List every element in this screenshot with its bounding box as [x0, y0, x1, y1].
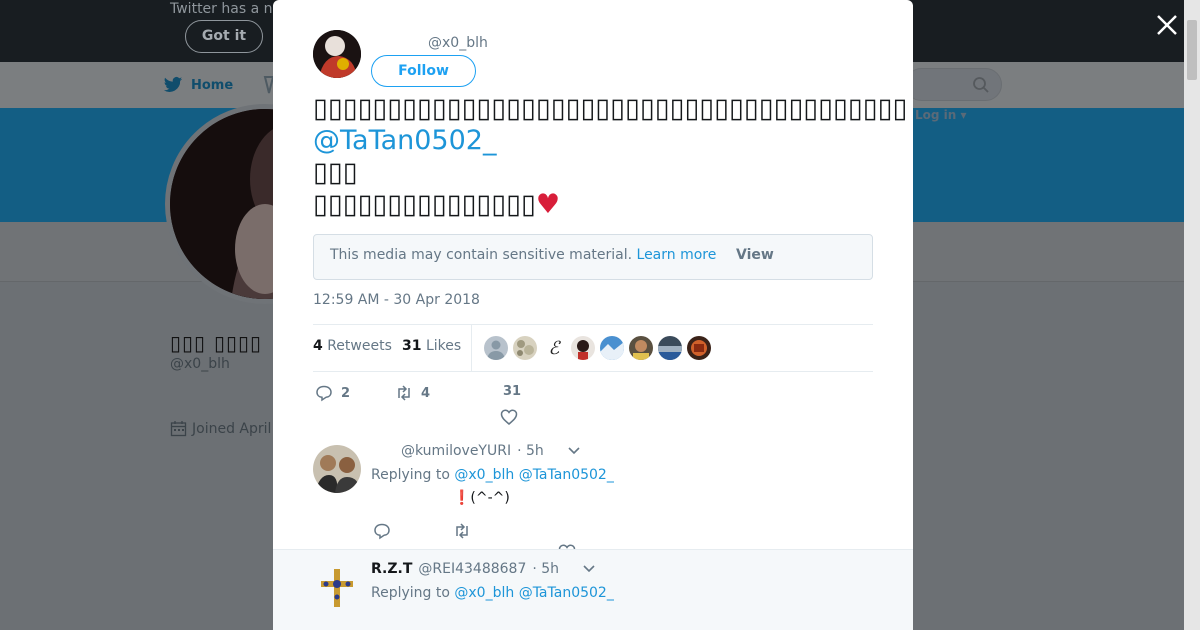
retweets-stat[interactable]: 4 Retweets	[313, 338, 392, 354]
reply-text: ❗(^-^)	[453, 490, 510, 506]
author-handle[interactable]: @x0_blh	[428, 35, 488, 51]
liker-avatar[interactable]	[571, 336, 595, 360]
reply-divider	[273, 549, 913, 550]
replying-label: Replying to	[371, 467, 450, 483]
retweet-count: 4	[421, 385, 431, 401]
retweet-icon	[398, 385, 410, 401]
heart-emoji: ♥	[535, 189, 561, 220]
reply-handle[interactable]: @kumiloveYURI	[401, 443, 511, 459]
calendar-icon	[170, 421, 187, 437]
reply-mention-link[interactable]: @TaTan0502_	[519, 467, 614, 483]
learn-more-link[interactable]: Learn more	[637, 247, 717, 263]
nav-home[interactable]: Home	[163, 75, 233, 95]
stats-separator	[471, 325, 472, 371]
likes-stat[interactable]: 31 Likes	[402, 338, 461, 354]
chevron-down-icon[interactable]	[583, 565, 595, 573]
close-icon[interactable]	[1153, 11, 1181, 39]
reply-avatar[interactable]	[313, 563, 361, 611]
tweet-modal: @x0_blh Follow ▯▯▯▯▯▯▯▯▯▯▯▯▯▯▯▯▯▯▯▯▯▯▯▯▯…	[273, 0, 913, 630]
tweet-timestamp[interactable]: 12:59 AM - 30 Apr 2018	[313, 292, 480, 308]
like-count-action[interactable]: 31	[503, 384, 521, 399]
retweets-count: 4	[313, 338, 323, 354]
liker-avatar[interactable]	[600, 336, 624, 360]
replying-label: Replying to	[371, 585, 450, 601]
liker-avatar[interactable]	[658, 336, 682, 360]
retweets-label: Retweets	[327, 338, 392, 354]
reply-action[interactable]: 2	[315, 384, 350, 402]
heart-icon[interactable]	[500, 408, 518, 426]
reply-handle[interactable]: @REI43488687	[418, 561, 526, 577]
profile-joined-label: Joined April	[192, 420, 272, 437]
sensitive-notice-text: This media may contain sensitive materia…	[330, 247, 716, 263]
login-link[interactable]: Log in ▾	[915, 108, 967, 122]
view-media-button[interactable]: View	[736, 247, 774, 263]
scrollbar[interactable]	[1184, 0, 1200, 630]
retweet-icon[interactable]	[453, 522, 471, 540]
profile-handle: @x0_blh	[170, 356, 230, 372]
tweet-text: ▯▯▯▯▯▯▯▯▯▯▯▯▯▯▯▯▯▯▯▯▯▯▯▯▯▯▯▯▯▯▯▯▯▯▯▯▯▯▯▯…	[313, 93, 908, 221]
reply-mention-link[interactable]: @x0_blh	[454, 467, 514, 483]
tweet-line: ▯▯▯	[313, 157, 358, 188]
got-it-button[interactable]: Got it	[185, 20, 263, 53]
liker-avatar[interactable]	[687, 336, 711, 360]
reply-header: R.Z.T @REI43488687 · 5h	[371, 561, 595, 577]
scrollbar-thumb[interactable]	[1187, 20, 1197, 80]
reply-mention-link[interactable]: @TaTan0502_	[519, 585, 614, 601]
twitter-bird-icon	[163, 77, 183, 92]
author-avatar-image	[313, 30, 361, 78]
liker-avatar[interactable]	[484, 336, 508, 360]
reply-mention-link[interactable]: @x0_blh	[454, 585, 514, 601]
cookie-notice: Twitter has a n	[170, 1, 273, 17]
tweet-line-text: ▯▯▯▯▯▯▯▯▯▯▯▯▯▯▯	[313, 189, 536, 220]
likes-count: 31	[402, 338, 422, 354]
liker-avatar[interactable]: ℰ	[542, 336, 566, 360]
replying-to: Replying to @x0_blh @TaTan0502_	[371, 585, 614, 601]
profile-joined: Joined April	[170, 420, 271, 437]
reply-time[interactable]: · 5h	[517, 443, 544, 459]
tweet-line: ▯▯▯▯▯▯▯▯▯▯▯▯▯▯▯♥	[313, 189, 893, 221]
reply-author-name[interactable]: R.Z.T	[371, 561, 412, 577]
replying-to: Replying to @x0_blh @TaTan0502_	[371, 467, 614, 483]
follow-button[interactable]: Follow	[371, 55, 476, 87]
tweet-stats: 4 Retweets 31 Likes ℰ	[313, 324, 873, 372]
author-avatar[interactable]	[313, 30, 361, 78]
tweet-line: ▯▯▯▯▯▯▯▯▯▯▯▯▯▯▯▯▯▯▯▯▯▯▯▯▯▯▯▯▯▯▯▯▯▯▯▯▯▯▯▯	[313, 93, 908, 124]
reply-icon[interactable]	[373, 522, 391, 540]
search-icon[interactable]	[972, 76, 990, 94]
nav-home-label: Home	[191, 77, 234, 93]
sensitive-media-notice: This media may contain sensitive materia…	[313, 234, 873, 280]
tweet-mention-link[interactable]: @TaTan0502_	[313, 125, 893, 157]
sensitive-notice-label: This media may contain sensitive materia…	[330, 247, 633, 263]
chevron-down-icon[interactable]	[568, 447, 580, 455]
profile-name: ▯▯▯ ▯▯▯▯	[170, 331, 263, 355]
reply-avatar[interactable]	[313, 445, 361, 493]
reply-count: 2	[341, 385, 351, 401]
reply-time[interactable]: · 5h	[532, 561, 559, 577]
reply-header: @kumiloveYURI · 5h	[401, 443, 580, 459]
retweet-action[interactable]: 4	[395, 384, 430, 402]
liker-avatar[interactable]	[513, 336, 537, 360]
reply-icon	[316, 385, 332, 402]
likes-label: Likes	[425, 338, 462, 354]
liker-avatar[interactable]	[629, 336, 653, 360]
like-count: 31	[503, 384, 522, 399]
